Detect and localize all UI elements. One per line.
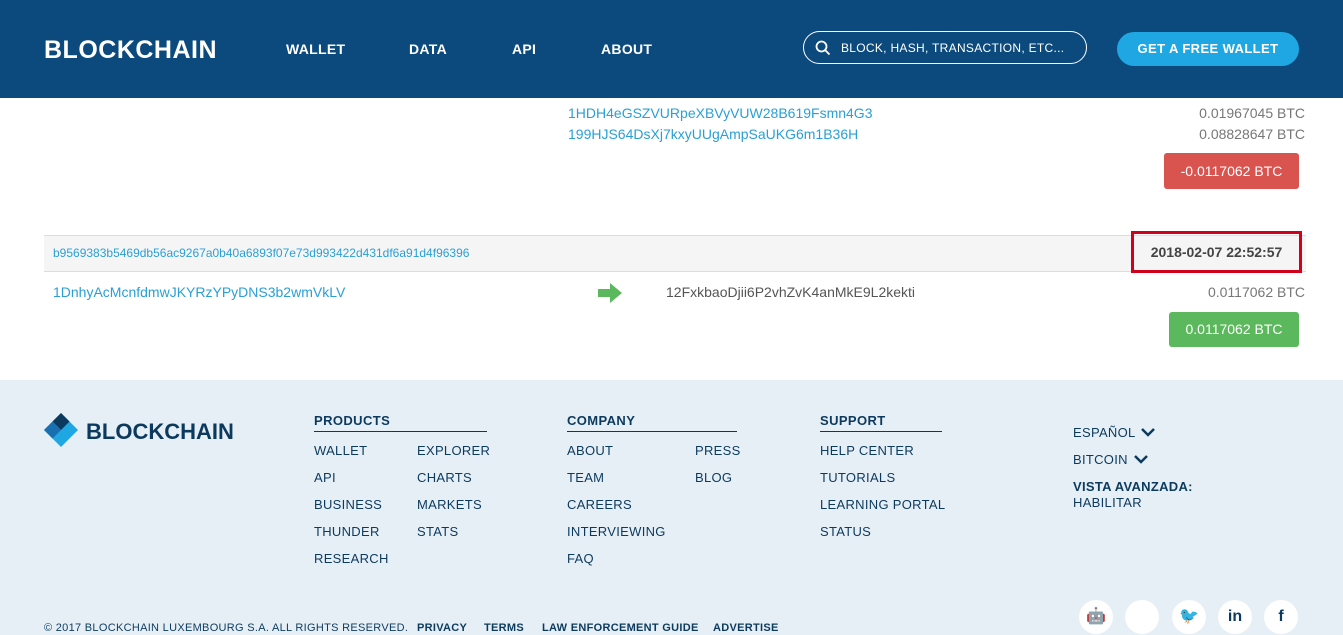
tx-total-positive-button[interactable]: 0.0117062 BTC xyxy=(1169,312,1299,347)
language-label: ESPAÑOL xyxy=(1073,425,1136,440)
tx-hash-link[interactable]: b9569383b5469db56ac9267a0b40a6893f07e73d… xyxy=(53,246,469,260)
footer-link-markets[interactable]: MARKETS xyxy=(417,497,482,512)
footer-link-interviewing[interactable]: INTERVIEWING xyxy=(567,524,666,539)
footer-link-advertise[interactable]: ADVERTISE xyxy=(713,622,779,634)
footer-link-wallet[interactable]: WALLET xyxy=(314,443,367,458)
arrow-right-icon xyxy=(598,283,622,303)
footer-logo[interactable]: BLOCKCHAIN xyxy=(86,419,234,445)
advanced-view-toggle[interactable]: HABILITAR xyxy=(1073,495,1142,510)
footer-link-faq[interactable]: FAQ xyxy=(567,551,594,566)
footer-link-terms[interactable]: TERMS xyxy=(484,622,524,634)
get-free-wallet-button[interactable]: GET A FREE WALLET xyxy=(1117,32,1299,66)
footer-link-about[interactable]: ABOUT xyxy=(567,443,613,458)
output-address[interactable]: 1HDH4eGSZVURpeXBVyVUW28B619Fsmn4G3 xyxy=(568,105,873,121)
footer-link-stats[interactable]: STATS xyxy=(417,524,458,539)
footer-link-blog[interactable]: BLOG xyxy=(695,470,732,485)
site-footer: BLOCKCHAIN PRODUCTS WALLET API BUSINESS … xyxy=(0,380,1343,635)
footer-link-business[interactable]: BUSINESS xyxy=(314,497,382,512)
nav-api[interactable]: API xyxy=(512,41,536,57)
chevron-down-icon xyxy=(1133,455,1148,464)
output-amount: 0.0117062 BTC xyxy=(1207,284,1305,300)
footer-link-law-enforcement[interactable]: LAW ENFORCEMENT GUIDE xyxy=(542,622,699,634)
blockchain-logo[interactable]: BLOCKCHAIN xyxy=(44,36,217,65)
apple-icon[interactable] xyxy=(1125,600,1159,634)
output-address[interactable]: 12FxkbaoDjii6P2vhZvK4anMkE9L2kekti xyxy=(666,284,915,300)
footer-link-learning-portal[interactable]: LEARNING PORTAL xyxy=(820,497,945,512)
twitter-icon[interactable]: 🐦 xyxy=(1172,600,1206,634)
nav-wallet[interactable]: WALLET xyxy=(286,41,345,57)
input-address[interactable]: 1DnhyAcMcnfdmwJKYRzYPyDNS3b2wmVkLV xyxy=(53,284,345,300)
facebook-icon[interactable]: f xyxy=(1264,600,1298,634)
nav-data[interactable]: DATA xyxy=(409,41,447,57)
currency-label: BITCOIN xyxy=(1073,452,1128,467)
nav-about[interactable]: ABOUT xyxy=(601,41,652,57)
site-header: BLOCKCHAIN WALLET DATA API ABOUT GET A F… xyxy=(0,0,1343,98)
footer-link-explorer[interactable]: EXPLORER xyxy=(417,443,490,458)
footer-link-privacy[interactable]: PRIVACY xyxy=(417,622,467,634)
company-heading: COMPANY xyxy=(567,413,737,432)
support-heading: SUPPORT xyxy=(820,413,942,432)
linkedin-icon[interactable]: in xyxy=(1218,600,1252,634)
output-amount: 0.01967045 BTC xyxy=(1199,105,1305,121)
language-dropdown[interactable]: ESPAÑOL xyxy=(1073,425,1155,440)
footer-link-help-center[interactable]: HELP CENTER xyxy=(820,443,914,458)
footer-link-press[interactable]: PRESS xyxy=(695,443,741,458)
search-input[interactable] xyxy=(839,38,1073,58)
footer-link-thunder[interactable]: THUNDER xyxy=(314,524,380,539)
footer-link-tutorials[interactable]: TUTORIALS xyxy=(820,470,895,485)
search-box[interactable] xyxy=(803,31,1087,64)
output-address[interactable]: 199HJS64DsXj7kxyUUgAmpSaUKG6m1B36H xyxy=(568,126,858,142)
output-amount: 0.08828647 BTC xyxy=(1199,126,1305,142)
copyright-text: © 2017 BLOCKCHAIN LUXEMBOURG S.A. ALL RI… xyxy=(44,622,409,634)
search-icon xyxy=(815,40,831,56)
footer-link-research[interactable]: RESEARCH xyxy=(314,551,389,566)
android-icon[interactable]: 🤖 xyxy=(1079,600,1113,634)
currency-dropdown[interactable]: BITCOIN xyxy=(1073,452,1148,467)
tx-total-negative-button[interactable]: -0.0117062 BTC xyxy=(1164,153,1299,189)
footer-link-status[interactable]: STATUS xyxy=(820,524,871,539)
blockchain-logo-icon xyxy=(44,413,78,447)
footer-link-charts[interactable]: CHARTS xyxy=(417,470,472,485)
tx-header-row: b9569383b5469db56ac9267a0b40a6893f07e73d… xyxy=(44,235,1306,272)
chevron-down-icon xyxy=(1141,428,1155,437)
footer-link-team[interactable]: TEAM xyxy=(567,470,604,485)
footer-link-careers[interactable]: CAREERS xyxy=(567,497,632,512)
advanced-view-label: VISTA AVANZADA: xyxy=(1073,479,1193,494)
tx-timestamp: 2018-02-07 22:52:57 xyxy=(1131,231,1302,273)
products-heading: PRODUCTS xyxy=(314,413,487,432)
footer-link-api[interactable]: API xyxy=(314,470,336,485)
